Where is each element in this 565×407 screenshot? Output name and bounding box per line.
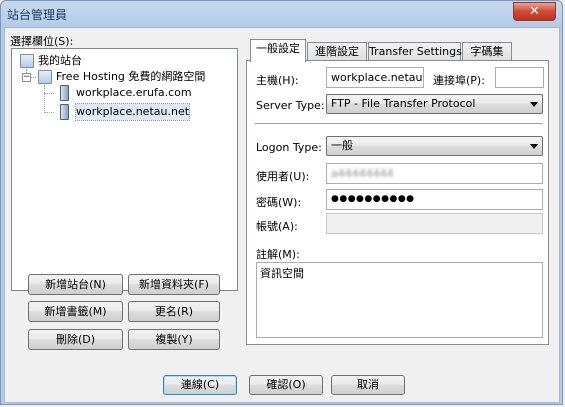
- cancel-button[interactable]: 取消: [331, 375, 405, 395]
- site-manager-window: 站台管理員 ✕ 選擇欄位(S): 我的站台 − Free Hosting 免費的…: [0, 0, 563, 405]
- select-entry-label: 選擇欄位(S):: [10, 35, 74, 48]
- user-label: 使用者(U):: [256, 170, 310, 183]
- server-icon: [60, 85, 69, 101]
- title-bar[interactable]: 站台管理員 ✕: [1, 1, 562, 27]
- account-label: 帳號(A):: [256, 220, 298, 233]
- tree-connector: [44, 112, 54, 113]
- tree-item-label: 我的站台: [38, 54, 82, 67]
- password-label: 密碼(W):: [256, 196, 302, 209]
- close-button[interactable]: ✕: [513, 2, 556, 21]
- site-tree[interactable]: 我的站台 − Free Hosting 免費的網路空間 workplace.er…: [11, 48, 238, 291]
- tab-charset[interactable]: 字碼集: [462, 42, 512, 61]
- comments-textarea[interactable]: 資訊空間: [256, 262, 543, 338]
- rename-button[interactable]: 更名(R): [128, 301, 220, 322]
- server-icon: [60, 104, 69, 120]
- collapse-icon[interactable]: −: [22, 73, 31, 82]
- tree-item-label: workplace.netau.net: [74, 103, 191, 121]
- tree-item-label: Free Hosting 免費的網路空間: [56, 70, 206, 83]
- connect-button[interactable]: 連線(C): [163, 375, 237, 395]
- delete-button[interactable]: 刪除(D): [28, 329, 123, 350]
- tree-connector: [44, 93, 54, 94]
- port-label: 連接埠(P):: [433, 74, 485, 87]
- tab-transfer-settings[interactable]: Transfer Settings: [368, 42, 462, 61]
- comments-label: 註解(M):: [256, 248, 300, 261]
- new-site-button[interactable]: 新增站台(N): [28, 274, 123, 295]
- tab-general[interactable]: 一般設定: [250, 39, 306, 62]
- user-value: a44444444: [331, 167, 394, 180]
- tab-advanced[interactable]: 進階設定: [307, 42, 367, 61]
- dropdown-arrow-icon: [530, 102, 538, 107]
- server-type-label: Server Type:: [256, 99, 325, 112]
- account-input: [326, 213, 543, 234]
- dropdown-arrow-icon: [530, 144, 538, 149]
- general-settings-panel: 主機(H): workplace.netau.ne 連接埠(P): Server…: [246, 60, 549, 345]
- logon-type-value: 一般: [331, 139, 353, 152]
- tree-item-label: workplace.erufa.com: [76, 86, 192, 99]
- new-folder-button[interactable]: 新增資料夾(F): [128, 274, 220, 295]
- new-bookmark-button[interactable]: 新增書籤(M): [28, 301, 123, 322]
- user-input[interactable]: a44444444: [326, 163, 543, 184]
- tree-connector: [44, 85, 45, 113]
- window-title: 站台管理員: [7, 8, 68, 22]
- folder-icon: [38, 70, 52, 84]
- server-type-value: FTP - File Transfer Protocol: [331, 97, 476, 110]
- port-input[interactable]: [495, 67, 544, 88]
- host-label: 主機(H):: [256, 74, 299, 87]
- server-type-select[interactable]: FTP - File Transfer Protocol: [326, 94, 543, 114]
- logon-type-select[interactable]: 一般: [326, 136, 543, 156]
- password-input[interactable]: ●●●●●●●●●●: [326, 189, 543, 210]
- ok-button[interactable]: 確認(O): [249, 375, 323, 395]
- dialog-client: 選擇欄位(S): 我的站台 − Free Hosting 免費的網路空間 wor…: [4, 27, 560, 403]
- logon-type-label: Logon Type:: [256, 141, 322, 154]
- folder-icon: [20, 54, 34, 68]
- separator: [255, 123, 542, 125]
- host-input[interactable]: workplace.netau.ne: [326, 67, 424, 88]
- copy-button[interactable]: 複製(Y): [128, 329, 220, 350]
